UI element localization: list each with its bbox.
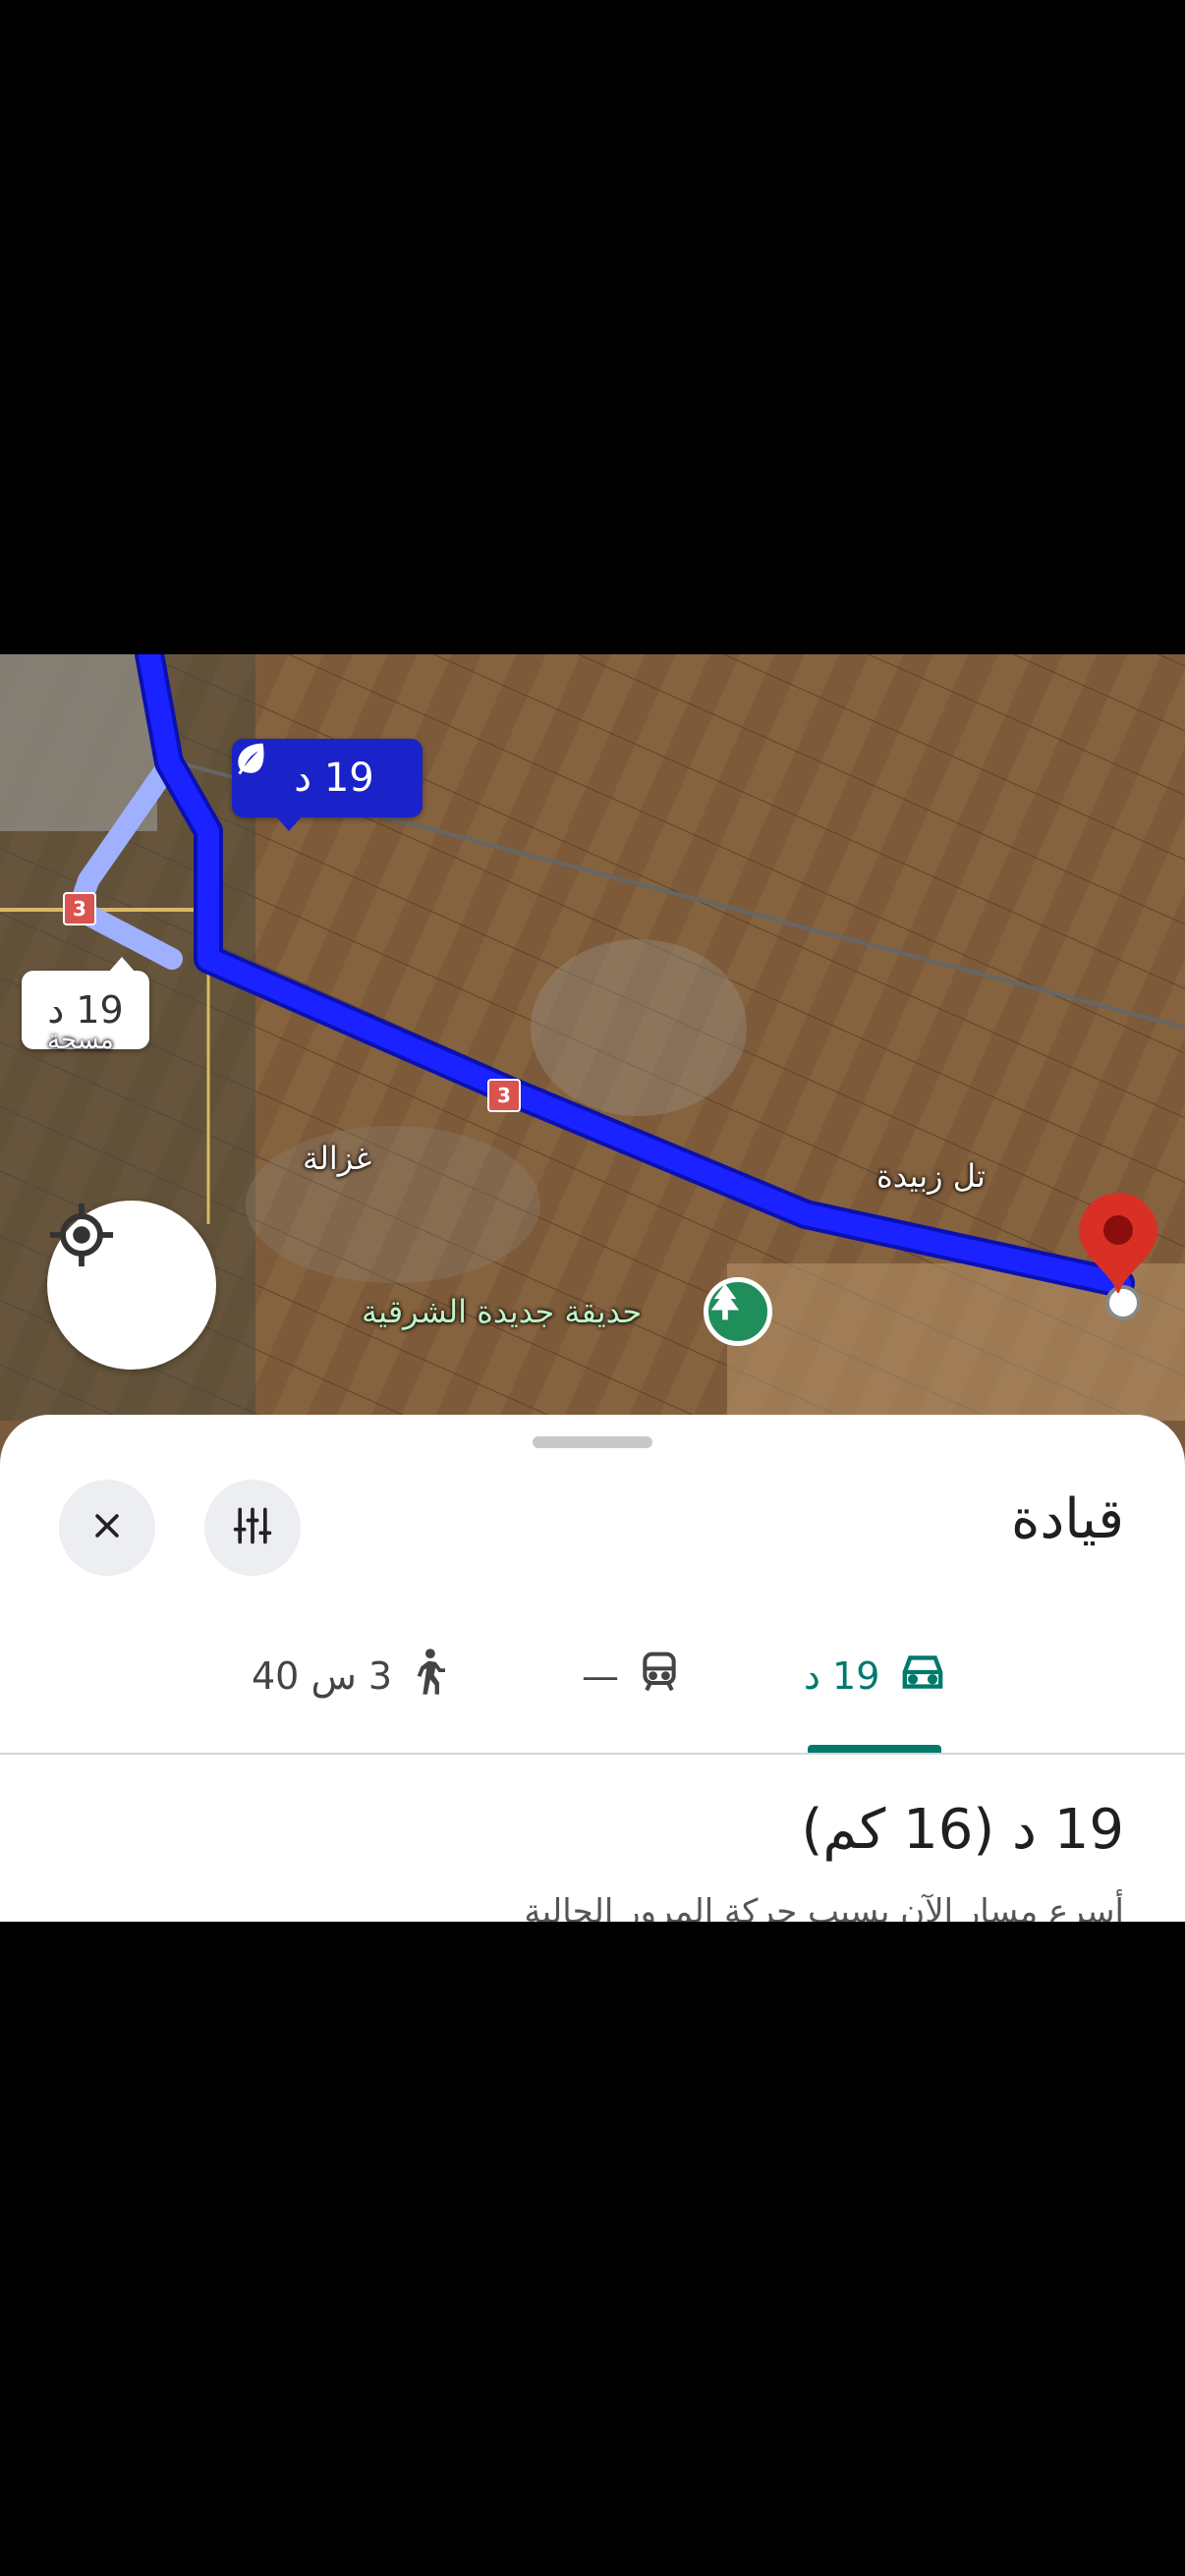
mode-tab-transit[interactable]: — <box>582 1647 680 1706</box>
mode-tab-walk[interactable]: 3 س 40 <box>252 1647 446 1706</box>
directions-sheet: قيادة 19 د — 3 س 40 19 د (16 كم) أسرع مس… <box>0 1415 1185 1922</box>
mode-label: — <box>582 1654 619 1698</box>
place-label-tal-zubaida: تل زبيدة <box>876 1157 986 1195</box>
place-label-park: حديقة جديدة الشرقية <box>362 1293 643 1330</box>
my-location-button[interactable] <box>47 1201 216 1370</box>
route-shield: 3 <box>63 892 96 925</box>
mode-tab-drive[interactable]: 19 د <box>804 1647 946 1706</box>
sheet-title: قيادة <box>1010 1487 1124 1551</box>
tune-icon <box>231 1504 274 1551</box>
eco-route-chip[interactable]: 19 د <box>232 739 423 831</box>
drag-handle[interactable] <box>533 1436 652 1448</box>
car-icon <box>899 1652 946 1701</box>
route-note: أسرع مسار الآن بسبب حركة المرور الحالية <box>524 1892 1124 1922</box>
close-icon <box>90 1509 124 1546</box>
route-summary: 19 د (16 كم) <box>801 1798 1125 1862</box>
eco-route-time: 19 د <box>294 756 374 801</box>
walk-icon <box>412 1648 446 1706</box>
route-options-button[interactable] <box>204 1480 301 1576</box>
app-screen: 19 د 19 د 3 3 مسحة غزالة تل زبيدة حديقة … <box>0 654 1185 1922</box>
mode-label: 19 د <box>804 1654 880 1698</box>
train-icon <box>639 1651 680 1703</box>
mode-label: 3 س 40 <box>252 1654 393 1698</box>
place-label-ghazala: غزالة <box>303 1140 372 1177</box>
divider <box>0 1753 1185 1755</box>
map-view[interactable]: 19 د 19 د 3 3 مسحة غزالة تل زبيدة حديقة … <box>0 654 1185 1421</box>
route-shield: 3 <box>487 1079 521 1112</box>
park-marker[interactable] <box>704 1277 772 1346</box>
active-tab-indicator <box>808 1745 941 1753</box>
destination-dot <box>1105 1285 1141 1320</box>
close-button[interactable] <box>59 1480 155 1576</box>
place-label: مسحة <box>47 1026 114 1055</box>
